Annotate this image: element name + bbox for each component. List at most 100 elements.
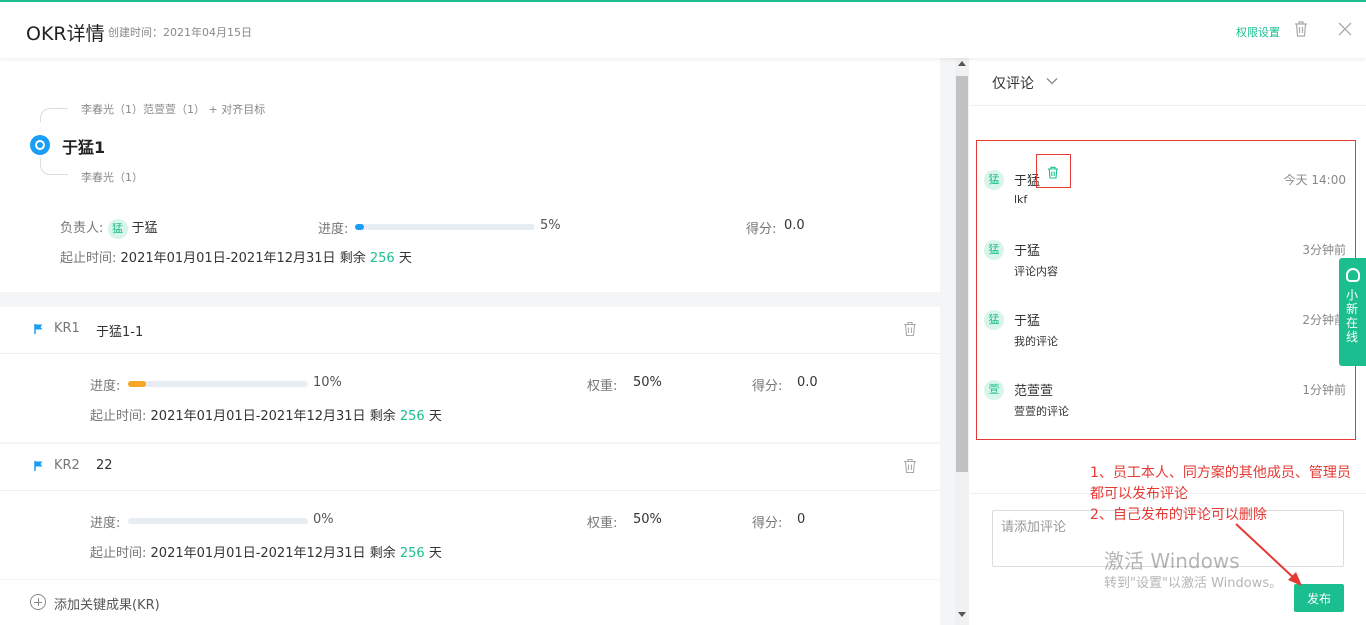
score-value: 0.0 [784, 218, 805, 233]
add-kr-row[interactable]: 添加关键成果(KR) [0, 580, 940, 625]
okr-detail-panel: 李春光（1）范萱萱（1） + 对齐目标 李春光（1） 于猛1 负责人: 猛 于猛… [0, 58, 955, 625]
progress-label: 进度: [90, 516, 121, 531]
period-label: 起止时间: [90, 409, 147, 424]
period-label: 起止时间: [90, 546, 147, 561]
activation-watermark-title: 激活 Windows [1104, 549, 1240, 573]
comment-author: 范萱萱 [1014, 384, 1054, 399]
divider [970, 105, 1366, 106]
kr-body: 进度: 10% 权重: 50% 得分: 0.0 起止时间: 2021年01月01… [0, 354, 940, 442]
header: OKR详情 创建时间：2021年04月15日 权限设置 [0, 2, 1366, 58]
days-unit: 天 [398, 251, 412, 266]
comment-time: 3分钟前 [1302, 243, 1346, 257]
delete-kr-icon[interactable] [903, 321, 917, 337]
period-label: 起止时间: [60, 251, 117, 266]
align-connector-bottom [40, 158, 68, 175]
progress-value: 10% [313, 375, 342, 390]
annotation-line: 2、自己发布的评论可以删除 [1090, 507, 1267, 523]
parent-objectives[interactable]: 李春光（1）范萱萱（1） [81, 103, 205, 116]
weight-value: 50% [633, 375, 662, 390]
kr-header: KR2 22 [0, 444, 940, 491]
align-objective-button[interactable]: + 对齐目标 [209, 103, 266, 116]
comment-time: 1分钟前 [1302, 383, 1346, 397]
avatar: 猛 [107, 218, 128, 239]
kr-card-2: KR2 22 进度: 0% 权重: 50% 得分: 0 起止时间: 2021年0… [0, 444, 940, 579]
score-label: 得分: [752, 379, 783, 394]
online-support-tab[interactable]: 小新在线 [1339, 258, 1366, 366]
align-connector-top [40, 108, 68, 122]
comment-item: 萱 范萱萱 1分钟前 萱萱的评论 [984, 372, 1346, 422]
comment-item: 猛 于猛 2分钟前 我的评论 [984, 302, 1346, 352]
delete-comment-icon[interactable] [1047, 166, 1059, 179]
annotation-line: 1、员工本人、同方案的其他成员、管理员都可以发布评论 [1090, 465, 1351, 502]
comment-author: 于猛 [1014, 244, 1041, 259]
delete-kr-icon[interactable] [903, 458, 917, 474]
days-unit: 天 [428, 546, 442, 561]
kr-name: 于猛1-1 [96, 325, 144, 340]
period-row: 起止时间: 2021年01月01日-2021年12月31日 剩余 256 天 [60, 247, 412, 266]
days-unit: 天 [428, 409, 442, 424]
comment-text: 评论内容 [1014, 265, 1058, 278]
period-row: 起止时间: 2021年01月01日-2021年12月31日 剩余 256 天 [90, 542, 442, 561]
period-value: 2021年01月01日-2021年12月31日 剩余 [120, 251, 366, 266]
avatar: 猛 [984, 240, 1004, 260]
parent-alignments: 李春光（1）范萱萱（1） + 对齐目标 [81, 101, 265, 117]
kr-progress-bar [128, 518, 308, 524]
comment-text: 萱萱的评论 [1014, 405, 1069, 418]
close-icon[interactable] [1337, 21, 1353, 37]
objective-card: 李春光（1）范萱萱（1） + 对齐目标 李春光（1） 于猛1 负责人: 猛 于猛… [0, 58, 940, 292]
avatar: 猛 [984, 170, 1004, 190]
progress-fill [355, 224, 364, 230]
comment-filter-dropdown[interactable]: 仅评论 [992, 73, 1034, 93]
child-alignments[interactable]: 李春光（1） [81, 169, 143, 185]
avatar: 萱 [984, 380, 1004, 400]
plus-circle-icon[interactable] [30, 594, 46, 610]
comment-time: 今天 14:00 [1283, 173, 1346, 187]
online-support-label: 小新在线 [1346, 288, 1359, 344]
permission-settings-link[interactable]: 权限设置 [1236, 24, 1280, 40]
page-title: OKR详情 [26, 23, 105, 45]
score-value: 0.0 [797, 375, 818, 390]
progress-fill [128, 381, 146, 387]
weight-label: 权重: [587, 379, 618, 394]
period-row: 起止时间: 2021年01月01日-2021年12月31日 剩余 256 天 [90, 405, 442, 424]
progress-value: 0% [313, 512, 334, 527]
score-value: 0 [797, 512, 806, 527]
score-label: 得分: [746, 222, 777, 237]
scroll-up-arrow-icon[interactable] [958, 61, 966, 66]
objective-title: 于猛1 [62, 138, 106, 157]
kr-code: KR2 [54, 458, 80, 473]
headset-icon [1346, 268, 1360, 282]
progress-label: 进度: [90, 379, 121, 394]
annotation-arrow [1235, 523, 1302, 586]
remaining-days: 256 [369, 251, 395, 266]
owner-name: 于猛 [131, 221, 158, 236]
weight-label: 权重: [587, 516, 618, 531]
annotation-note: 1、员工本人、同方案的其他成员、管理员都可以发布评论 2、自己发布的评论可以删除 [1090, 463, 1360, 526]
flag-icon [34, 461, 43, 471]
weight-value: 50% [633, 512, 662, 527]
period-value: 2021年01月01日-2021年12月31日 剩余 [150, 546, 396, 561]
period-value: 2021年01月01日-2021年12月31日 剩余 [150, 409, 396, 424]
scroll-thumb[interactable] [956, 76, 968, 472]
owner-field: 负责人: 猛 于猛 [60, 217, 158, 239]
objective-progress-bar [355, 224, 535, 230]
chevron-down-icon[interactable] [1046, 77, 1058, 85]
kr-header: KR1 于猛1-1 [0, 307, 940, 354]
scroll-down-arrow-icon[interactable] [958, 612, 966, 617]
kr-body: 进度: 0% 权重: 50% 得分: 0 起止时间: 2021年01月01日-2… [0, 491, 940, 579]
kr-progress-bar [128, 381, 308, 387]
kr-code: KR1 [54, 321, 80, 336]
comment-text: 我的评论 [1014, 335, 1058, 348]
avatar: 猛 [984, 310, 1004, 330]
progress-label: 进度: [318, 222, 349, 237]
delete-okr-icon[interactable] [1293, 20, 1309, 38]
comment-text: lkf [1014, 193, 1028, 206]
score-label: 得分: [752, 516, 783, 531]
created-date: 创建时间：2021年04月15日 [108, 26, 252, 39]
add-kr-button[interactable]: 添加关键成果(KR) [54, 594, 160, 613]
owner-label: 负责人: [60, 221, 104, 236]
flag-icon [34, 324, 43, 334]
objective-icon [30, 135, 50, 155]
scrollbar[interactable] [955, 58, 969, 625]
comment-author: 于猛 [1014, 314, 1041, 329]
